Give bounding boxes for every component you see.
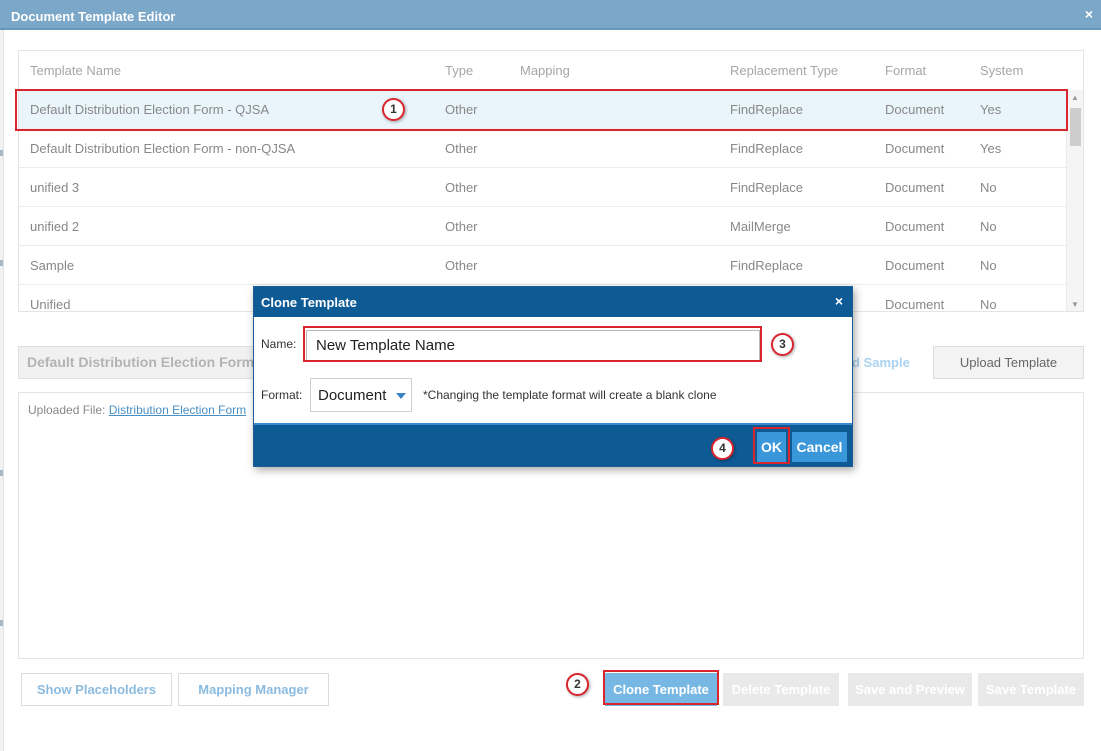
row-format: Document [885, 219, 945, 234]
close-icon[interactable]: × [835, 293, 843, 309]
template-name-input[interactable] [306, 330, 760, 361]
step-badge-3: 3 [771, 333, 794, 356]
upload-template-button[interactable]: Upload Template [933, 346, 1084, 379]
background-page-edge [0, 30, 4, 751]
row-template-name: Default Distribution Election Form - QJS… [30, 102, 270, 117]
step-badge-1: 1 [382, 98, 405, 121]
uploaded-file-label: Uploaded File: [28, 403, 106, 417]
row-format: Document [885, 258, 945, 273]
dialog-title-bar: Clone Template × [254, 287, 852, 317]
format-note: *Changing the template format will creat… [423, 388, 717, 402]
download-sample-button[interactable]: d Sample [852, 346, 926, 379]
uploaded-file-link[interactable]: Distribution Election Form [109, 403, 246, 417]
column-header-system[interactable]: System [980, 51, 1023, 90]
grid-scrollbar[interactable]: ▲ ▼ [1066, 90, 1083, 311]
row-system: No [980, 219, 997, 234]
table-row[interactable]: Sample Other FindReplace Document No [19, 246, 1067, 285]
row-replacement-type: FindReplace [730, 258, 803, 273]
step-badge-2: 2 [566, 673, 589, 696]
row-format: Document [885, 141, 945, 156]
close-icon[interactable]: × [1085, 6, 1093, 22]
column-header-template-name[interactable]: Template Name [30, 51, 121, 90]
selected-template-title: Default Distribution Election Form - QJS… [18, 346, 280, 379]
row-system: Yes [980, 141, 1002, 156]
row-type: Other [445, 180, 478, 195]
name-label: Name: [261, 337, 297, 351]
grid-header: Template Name Type Mapping Replacement T… [19, 51, 1067, 90]
template-grid: Template Name Type Mapping Replacement T… [18, 50, 1084, 312]
clone-template-button[interactable]: Clone Template [605, 673, 717, 706]
row-type: Other [445, 141, 478, 156]
ok-button[interactable]: OK [757, 432, 786, 462]
row-template-name: unified 3 [30, 180, 80, 195]
table-row[interactable]: Default Distribution Election Form - non… [19, 129, 1067, 168]
row-system: Yes [980, 102, 1002, 117]
row-template-name: Unified [30, 297, 71, 312]
scrollbar-thumb[interactable] [1070, 108, 1081, 146]
row-type: Other [445, 102, 478, 117]
dialog-title: Clone Template [261, 295, 357, 310]
edge-marker [0, 620, 3, 626]
row-system: No [980, 258, 997, 273]
scroll-down-icon[interactable]: ▼ [1071, 300, 1079, 309]
table-row[interactable]: unified 3 Other FindReplace Document No [19, 168, 1067, 207]
format-select[interactable]: Document [310, 378, 412, 412]
row-type: Other [445, 219, 478, 234]
row-system: No [980, 180, 997, 195]
chevron-down-icon [396, 393, 406, 399]
save-template-button[interactable]: Save Template [978, 673, 1084, 706]
column-header-mapping[interactable]: Mapping [520, 51, 570, 90]
row-replacement-type: FindReplace [730, 180, 803, 195]
row-template-name: Default Distribution Election Form - non… [30, 141, 296, 156]
column-header-replacement-type[interactable]: Replacement Type [730, 51, 838, 90]
format-selected-value: Document [318, 387, 387, 404]
cancel-button[interactable]: Cancel [792, 432, 847, 462]
editor-title-bar: Document Template Editor × [0, 0, 1101, 30]
show-placeholders-button[interactable]: Show Placeholders [21, 673, 172, 706]
delete-template-button[interactable]: Delete Template [723, 673, 839, 706]
row-replacement-type: FindReplace [730, 102, 803, 117]
mapping-manager-button[interactable]: Mapping Manager [178, 673, 329, 706]
row-format: Document [885, 297, 945, 312]
row-template-name: Sample [30, 258, 75, 273]
save-and-preview-button[interactable]: Save and Preview [848, 673, 972, 706]
row-system: No [980, 297, 997, 312]
format-label: Format: [261, 388, 303, 402]
row-replacement-type: FindReplace [730, 141, 803, 156]
edge-marker [0, 260, 3, 266]
row-template-name: unified 2 [30, 219, 80, 234]
editor-title: Document Template Editor [11, 9, 176, 24]
row-format: Document [885, 102, 945, 117]
row-replacement-type: MailMerge [730, 219, 791, 234]
dialog-footer: OK Cancel [254, 423, 852, 466]
column-header-format[interactable]: Format [885, 51, 926, 90]
clone-template-dialog: Clone Template × Name: Format: Document … [253, 286, 853, 467]
step-badge-4: 4 [711, 437, 734, 460]
edge-marker [0, 470, 3, 476]
edge-marker [0, 150, 3, 156]
table-row-selected[interactable]: Default Distribution Election Form - QJS… [19, 90, 1067, 129]
row-format: Document [885, 180, 945, 195]
scroll-up-icon[interactable]: ▲ [1071, 93, 1079, 102]
column-header-type[interactable]: Type [445, 51, 473, 90]
row-type: Other [445, 258, 478, 273]
uploaded-file-row: Uploaded File: Distribution Election For… [28, 403, 246, 417]
table-row[interactable]: unified 2 Other MailMerge Document No [19, 207, 1067, 246]
